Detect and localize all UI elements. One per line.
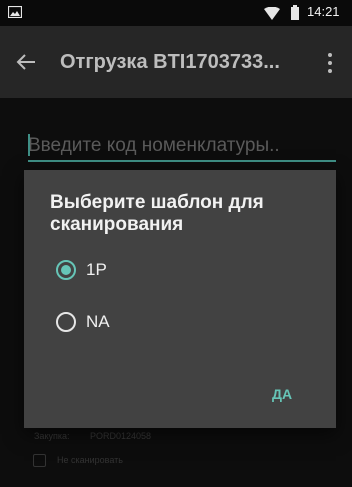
image-icon [8,6,22,18]
scan-template-dialog: Выберите шаблон для сканирования 1P NA Д… [24,170,336,428]
purchase-value: PORD0124058 [90,431,152,441]
radio-unchecked-icon[interactable] [56,312,76,332]
radio-option-label: 1P [86,260,107,279]
back-arrow-icon[interactable] [15,51,37,73]
dialog-title: Выберите шаблон для сканирования [50,192,264,235]
no-scan-label: Не сканировать [57,455,123,465]
no-scan-checkbox[interactable] [33,454,46,467]
ok-button[interactable]: ДА [272,386,292,402]
status-bar: 14:21 [0,0,352,26]
text-cursor [28,134,30,156]
page-title: Отгрузка BTI1703733... [60,51,280,73]
purchase-label: Закупка: [34,431,70,441]
wifi-icon [264,7,280,20]
radio-checked-icon[interactable] [56,260,76,280]
item-code-input[interactable] [28,132,336,162]
status-time: 14:21 [307,4,340,19]
overflow-menu-icon[interactable] [327,53,333,73]
app-bar: Отгрузка BTI1703733... [0,26,352,98]
radio-option-label: NA [86,312,110,331]
battery-icon [291,5,299,20]
